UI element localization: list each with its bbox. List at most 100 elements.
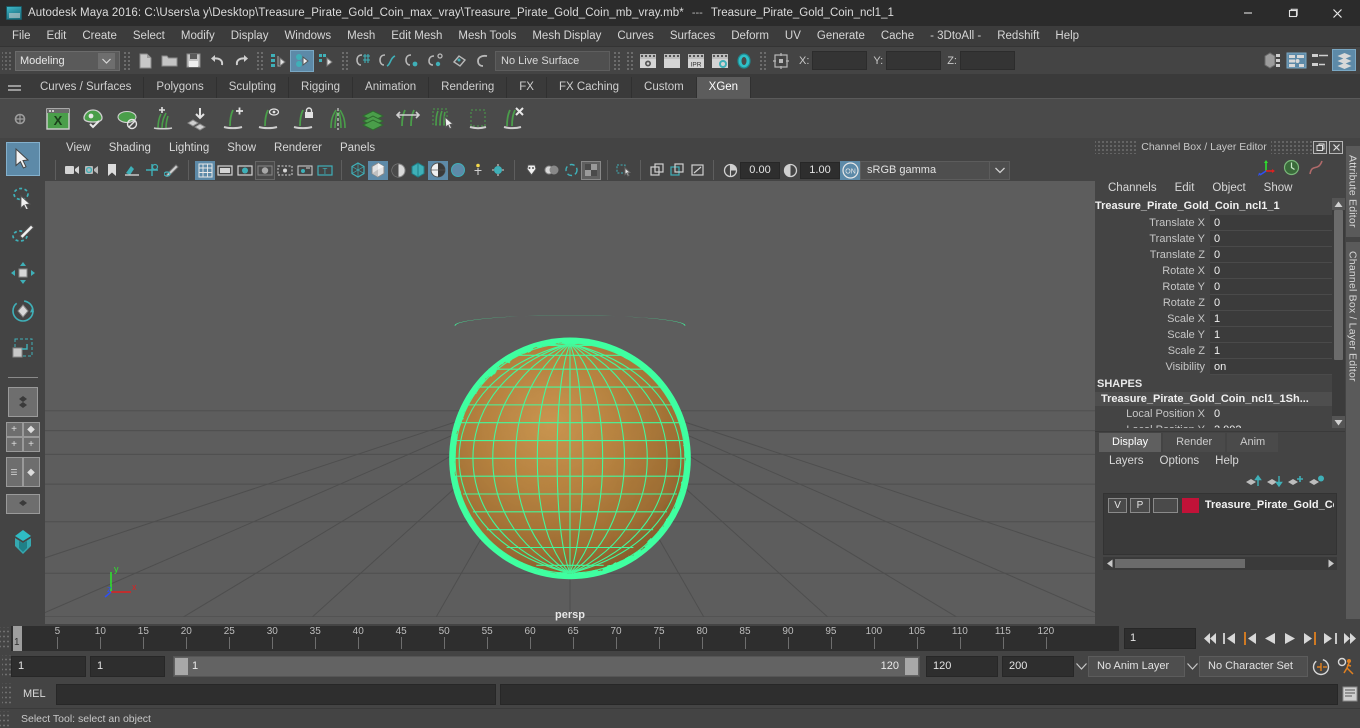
- restore-button[interactable]: [1270, 0, 1315, 26]
- select-by-component-type-icon[interactable]: [314, 50, 338, 72]
- density-map-icon[interactable]: [355, 101, 390, 137]
- single-perspective-layout-icon[interactable]: [7, 387, 38, 417]
- command-input-field[interactable]: [55, 683, 496, 705]
- channel-box-grip-right[interactable]: [1271, 140, 1313, 154]
- channel-box-menu-channels[interactable]: Channels: [1099, 178, 1166, 198]
- menu-modify[interactable]: Modify: [173, 26, 223, 47]
- xray-icon[interactable]: [521, 161, 541, 180]
- step-back-key-icon[interactable]: [1220, 627, 1240, 649]
- xray-active-components-icon[interactable]: [561, 161, 581, 180]
- menu-mesh-tools[interactable]: Mesh Tools: [450, 26, 524, 47]
- menu-curves[interactable]: Curves: [609, 26, 661, 47]
- status-bar-grip[interactable]: [2, 49, 11, 72]
- shelf-tab-curves-surfaces[interactable]: Curves / Surfaces: [28, 77, 145, 98]
- attr-value[interactable]: 0: [1210, 279, 1332, 295]
- go-to-start-icon[interactable]: [1200, 627, 1220, 649]
- layer-visibility-toggle[interactable]: V: [1108, 497, 1128, 513]
- motion-blur-icon[interactable]: [468, 161, 488, 180]
- mirror-guides-icon[interactable]: [320, 101, 355, 137]
- snap-to-view-plane-icon[interactable]: [447, 50, 471, 72]
- redo-icon[interactable]: [229, 50, 253, 72]
- menu-3dtoall[interactable]: - 3DtoAll -: [922, 26, 989, 47]
- tab-anim[interactable]: Anim: [1227, 433, 1279, 452]
- shelf-tab-rendering[interactable]: Rendering: [429, 77, 508, 98]
- xray-joints-2-icon[interactable]: [541, 161, 561, 180]
- attr-value[interactable]: 0: [1210, 247, 1332, 263]
- menu-deform[interactable]: Deform: [723, 26, 777, 47]
- shelf-tab-custom[interactable]: Custom: [632, 77, 697, 98]
- channel-box-menu-object[interactable]: Object: [1203, 178, 1254, 198]
- snap-to-grid-icon[interactable]: [351, 50, 375, 72]
- list-item[interactable]: V P Treasure_Pirate_Gold_Co: [1104, 494, 1336, 514]
- xray-joints-icon[interactable]: T: [315, 161, 335, 180]
- hscrollbar-thumb[interactable]: [1115, 559, 1245, 568]
- hypershade-layout-icon[interactable]: [6, 525, 40, 559]
- viewport-menu-panels[interactable]: Panels: [331, 138, 384, 159]
- menu-mesh-display[interactable]: Mesh Display: [524, 26, 609, 47]
- step-back-frame-icon[interactable]: [1240, 627, 1260, 649]
- layer-menu-layers[interactable]: Layers: [1101, 452, 1152, 471]
- menu-surfaces[interactable]: Surfaces: [662, 26, 723, 47]
- current-frame-field[interactable]: 1: [1124, 627, 1196, 649]
- character-set-chevron-down-icon[interactable]: [1185, 656, 1199, 677]
- attr-value[interactable]: 0: [1210, 231, 1332, 247]
- shelf-tab-polygons[interactable]: Polygons: [144, 77, 217, 98]
- move-guides-icon[interactable]: [390, 101, 425, 137]
- time-slider[interactable]: 1 5 10 15 20 25 30 35 40 45 50 55 60 65 70 75 80 85 90 95 1…: [11, 625, 1119, 651]
- layer-color-swatch[interactable]: [1181, 497, 1199, 513]
- attr-value[interactable]: 2.002: [1210, 422, 1332, 428]
- table-row[interactable]: Scale Y 1: [1095, 327, 1332, 343]
- step-forward-frame-icon[interactable]: [1300, 627, 1320, 649]
- exposure-control-icon[interactable]: [720, 161, 740, 180]
- menu-file[interactable]: File: [4, 26, 39, 47]
- menu-select[interactable]: Select: [125, 26, 173, 47]
- outliner-persp-layout-icon[interactable]: ☰ ◆: [5, 457, 40, 489]
- go-to-end-icon[interactable]: [1340, 627, 1360, 649]
- select-tool-icon[interactable]: [5, 142, 40, 176]
- menu-uv[interactable]: UV: [777, 26, 809, 47]
- add-description-icon[interactable]: [145, 101, 180, 137]
- export-collection-icon[interactable]: [180, 101, 215, 137]
- play-forwards-icon[interactable]: [1280, 627, 1300, 649]
- attr-value[interactable]: 1: [1210, 311, 1332, 327]
- shelf-tab-xgen[interactable]: XGen: [696, 77, 752, 98]
- menu-display[interactable]: Display: [223, 26, 277, 47]
- lock-guide-icon[interactable]: [285, 101, 320, 137]
- side-tab-attribute-editor[interactable]: Attribute Editor: [1345, 146, 1360, 237]
- viewport-menu-show[interactable]: Show: [218, 138, 265, 159]
- channel-box-scrollbar[interactable]: [1332, 198, 1345, 428]
- xgen-editor-icon[interactable]: X: [40, 101, 75, 137]
- new-layer-icon[interactable]: [1285, 472, 1306, 490]
- range-end-time-field[interactable]: 120: [926, 655, 998, 677]
- coord-y-field[interactable]: [886, 51, 942, 70]
- menu-mesh[interactable]: Mesh: [339, 26, 383, 47]
- anim-start-time-field[interactable]: 1: [11, 655, 86, 677]
- table-row[interactable]: Translate Y 0: [1095, 231, 1332, 247]
- save-scene-icon[interactable]: [181, 50, 205, 72]
- new-scene-icon[interactable]: [133, 50, 157, 72]
- bookmark-icon[interactable]: [102, 161, 122, 180]
- attr-value[interactable]: 1: [1210, 327, 1332, 343]
- channel-box-menu-edit[interactable]: Edit: [1166, 178, 1204, 198]
- color-management-select[interactable]: sRGB gamma: [860, 160, 990, 180]
- step-forward-key-icon[interactable]: [1320, 627, 1340, 649]
- scroll-left-arrow-icon[interactable]: [1103, 557, 1115, 570]
- select-camera-icon[interactable]: [62, 161, 82, 180]
- viewport-menu-renderer[interactable]: Renderer: [265, 138, 331, 159]
- range-start-handle[interactable]: [175, 657, 188, 675]
- attr-value[interactable]: 0: [1210, 295, 1332, 311]
- table-row[interactable]: Scale X 1: [1095, 311, 1332, 327]
- exposure-field[interactable]: 0.00: [740, 161, 780, 179]
- menu-create[interactable]: Create: [74, 26, 125, 47]
- show-hide-tool-settings-icon[interactable]: [1308, 49, 1332, 71]
- tab-render[interactable]: Render: [1163, 433, 1226, 452]
- uv-distortion-icon[interactable]: [687, 161, 707, 180]
- menu-edit[interactable]: Edit: [39, 26, 75, 47]
- layer-menu-options[interactable]: Options: [1152, 452, 1208, 471]
- gamma-field[interactable]: 1.00: [800, 161, 840, 179]
- time-slider-grip[interactable]: [0, 627, 9, 649]
- add-guide-icon[interactable]: [215, 101, 250, 137]
- exposure-icon[interactable]: [295, 161, 315, 180]
- anim-end-time-field[interactable]: 200: [1002, 655, 1074, 677]
- image-plane-icon[interactable]: [122, 161, 142, 180]
